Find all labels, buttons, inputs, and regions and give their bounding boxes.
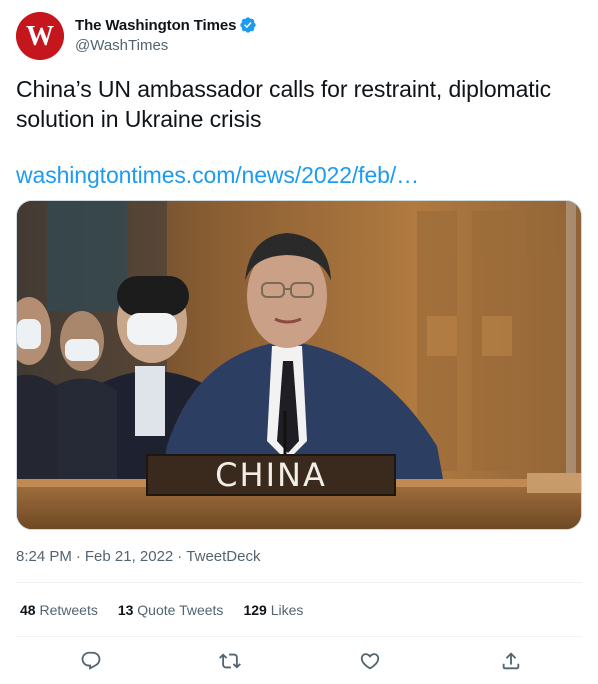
likes-stat[interactable]: 129 Likes (243, 602, 303, 618)
likes-count: 129 (243, 602, 267, 618)
tweet-meta: 8:24 PM · Feb 21, 2022 · TweetDeck (16, 548, 260, 565)
tweet-link[interactable]: washingtontimes.com/news/2022/feb/… (16, 160, 419, 190)
quote-tweets-stat[interactable]: 13 Quote Tweets (118, 602, 224, 618)
divider (16, 636, 582, 637)
tweet-stats: 48 Retweets 13 Quote Tweets 129 Likes (20, 602, 303, 618)
tweet-text: China’s UN ambassador calls for restrain… (16, 76, 551, 132)
like-button[interactable] (357, 648, 383, 674)
share-icon (502, 652, 520, 670)
retweets-label: Retweets (39, 602, 98, 618)
un-security-council-photo: CHINA (17, 201, 581, 529)
author-handle[interactable]: @WashTimes (75, 37, 257, 54)
reply-button[interactable] (78, 648, 104, 674)
display-name-row: The Washington Times (75, 15, 257, 35)
retweets-count: 48 (20, 602, 36, 618)
tweet-source[interactable]: TweetDeck (186, 548, 260, 565)
tweet-header: W The Washington Times @WashTimes (16, 12, 582, 60)
retweet-button[interactable] (217, 648, 243, 674)
author-avatar[interactable]: W (16, 12, 64, 60)
meta-separator: · (177, 548, 183, 565)
tweet-time[interactable]: 8:24 PM (16, 548, 72, 565)
likes-label: Likes (270, 602, 304, 618)
author-name-block: The Washington Times @WashTimes (75, 15, 257, 54)
quote-tweets-label: Quote Tweets (137, 602, 224, 618)
heart-icon (360, 653, 380, 670)
verified-badge-icon (239, 16, 257, 34)
tweet-media-photo[interactable]: CHINA (16, 200, 582, 530)
reply-icon (81, 651, 101, 670)
meta-separator: · (75, 548, 81, 565)
retweet-icon (219, 653, 241, 669)
divider (16, 582, 582, 583)
tweet-date[interactable]: Feb 21, 2022 (85, 548, 173, 565)
tweet-actions (16, 644, 582, 678)
avatar-letter: W (26, 21, 54, 52)
author-display-name[interactable]: The Washington Times (75, 17, 236, 34)
washington-times-logo-icon: W (16, 12, 64, 60)
quote-tweets-count: 13 (117, 602, 134, 618)
share-button[interactable] (498, 648, 524, 674)
nameplate-text: CHINA (215, 456, 327, 494)
retweets-stat[interactable]: 48 Retweets (20, 602, 98, 618)
